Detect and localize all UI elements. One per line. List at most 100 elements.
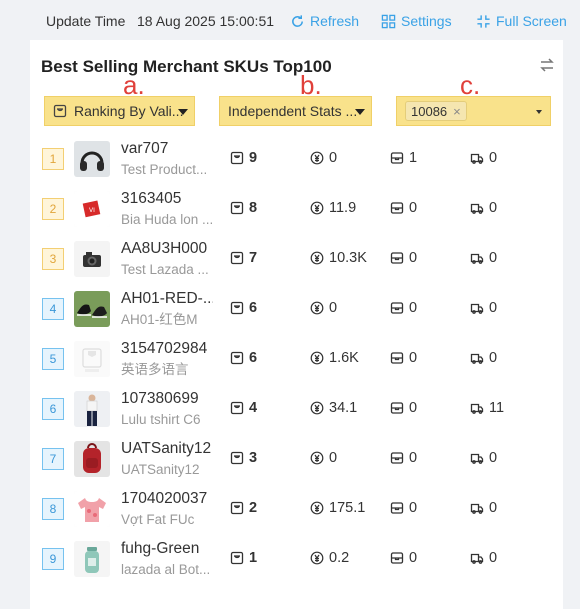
product-thumbnail[interactable] [74, 491, 110, 527]
sku-row[interactable]: 5 3154702984 英语多语言 6 1.6K 0 0 [30, 338, 563, 388]
sku-code: var707 [121, 140, 169, 157]
sku-row[interactable]: 2 VI 3163405 Bia Huda lon ... 8 11.9 0 0 [30, 188, 563, 238]
shipping-metric: 0 [470, 499, 497, 517]
stock-box-icon [390, 202, 404, 214]
settings-button[interactable]: Settings [381, 12, 452, 30]
orders-metric: 8 [230, 199, 257, 217]
stock-metric: 0 [390, 399, 417, 417]
settings-label: Settings [401, 13, 452, 29]
amount-value: 1.6K [329, 350, 359, 366]
ranking-select-value: Ranking By Vali... [74, 103, 184, 119]
chevron-down-icon [536, 110, 542, 114]
amount-metric: 1.6K [310, 349, 359, 367]
sku-row[interactable]: 4 AH01-RED-... AH01-红色M 6 0 0 0 [30, 288, 563, 338]
amount-value: 10.3K [329, 250, 367, 266]
top-toolbar: Update Time 18 Aug 2025 15:00:51 Refresh… [0, 0, 580, 40]
rank-badge: 6 [42, 398, 64, 420]
product-thumbnail[interactable] [74, 441, 110, 477]
shipping-value: 0 [489, 350, 498, 366]
stock-value: 0 [409, 400, 418, 416]
stats-select[interactable]: Independent Stats ... [219, 96, 372, 126]
orders-metric: 1 [230, 549, 257, 567]
orders-value: 2 [249, 500, 258, 516]
sku-code: fuhg-Green [121, 540, 200, 557]
amount-value: 0 [329, 450, 338, 466]
product-thumbnail[interactable]: VI [74, 191, 110, 227]
shipping-truck-icon [470, 553, 484, 564]
order-box-icon [230, 251, 244, 265]
stats-select-value: Independent Stats ... [228, 103, 356, 119]
order-box-icon [230, 501, 244, 515]
amount-value: 0.2 [329, 550, 350, 566]
product-name: Lulu tshirt C6 [121, 412, 201, 427]
stock-value: 0 [409, 550, 418, 566]
stock-metric: 0 [390, 499, 417, 517]
refresh-label: Refresh [310, 13, 360, 29]
order-box-icon [230, 451, 244, 465]
swap-icon[interactable] [540, 57, 554, 73]
order-box-icon [230, 151, 244, 165]
stock-metric: 1 [390, 149, 417, 167]
orders-value: 1 [249, 550, 258, 566]
settings-grid-icon [381, 14, 396, 28]
amount-value: 0 [329, 300, 338, 316]
amount-metric: 0 [310, 449, 337, 467]
orders-value: 4 [249, 400, 258, 416]
shipping-value: 11 [489, 400, 505, 416]
currency-icon [310, 151, 324, 165]
rank-badge: 4 [42, 298, 64, 320]
product-thumbnail[interactable] [74, 541, 110, 577]
card-title: Best Selling Merchant SKUs Top100 [41, 57, 332, 76]
shipping-truck-icon [470, 453, 484, 464]
orders-metric: 6 [230, 299, 257, 317]
rank-badge: 2 [42, 198, 64, 220]
svg-text:VI: VI [89, 207, 95, 214]
sku-code: 3163405 [121, 190, 182, 207]
orders-value: 6 [249, 300, 258, 316]
amount-value: 11.9 [329, 200, 357, 216]
orders-value: 8 [249, 200, 258, 216]
fullscreen-label: Full Screen [496, 13, 567, 29]
product-thumbnail[interactable] [74, 391, 110, 427]
sku-code: 1704020037 [121, 490, 208, 507]
stock-value: 0 [409, 300, 418, 316]
sku-row[interactable]: 6 107380699 Lulu tshirt C6 4 34.1 0 11 [30, 388, 563, 438]
shipping-truck-icon [470, 503, 484, 514]
sku-row[interactable]: 3 AA8U3H000 Test Lazada ... 7 10.3K 0 0 [30, 238, 563, 288]
rank-badge: 7 [42, 448, 64, 470]
orders-value: 7 [249, 250, 258, 266]
stock-value: 0 [409, 500, 418, 516]
refresh-button[interactable]: Refresh [290, 12, 359, 30]
product-thumbnail[interactable] [74, 291, 110, 327]
sku-row[interactable]: 7 UATSanity12 UATSanity12 3 0 0 0 [30, 438, 563, 488]
shipping-truck-icon [470, 303, 484, 314]
store-select[interactable]: 10086 × [396, 96, 551, 126]
sku-row[interactable]: 1 var707 Test Product... 9 0 1 0 [30, 138, 563, 188]
product-thumbnail[interactable] [74, 341, 110, 377]
currency-icon [310, 251, 324, 265]
refresh-icon [292, 14, 303, 27]
orders-metric: 9 [230, 149, 257, 167]
amount-value: 34.1 [329, 400, 358, 416]
product-thumbnail[interactable] [74, 141, 110, 177]
shipping-truck-icon [470, 253, 484, 264]
sku-code: 107380699 [121, 390, 199, 407]
currency-icon [310, 351, 324, 365]
rank-badge: 5 [42, 348, 64, 370]
sku-code: AH01-RED-... [121, 290, 213, 307]
sku-row[interactable]: 9 fuhg-Green lazada al Bot... 1 0.2 0 0 [30, 538, 563, 588]
order-box-icon [230, 301, 244, 315]
ranking-select[interactable]: Ranking By Vali... [44, 96, 195, 126]
rank-badge: 9 [42, 548, 64, 570]
shipping-value: 0 [489, 550, 498, 566]
close-icon[interactable]: × [453, 104, 461, 119]
sku-row[interactable]: 8 1704020037 Vợt Fat FUc 2 175.1 0 0 [30, 488, 563, 538]
order-box-icon [230, 401, 244, 415]
shipping-metric: 0 [470, 349, 497, 367]
fullscreen-button[interactable]: Full Screen [476, 12, 567, 30]
order-box-icon [230, 551, 244, 565]
product-name: Bia Huda lon ... [121, 212, 213, 227]
rank-badge: 1 [42, 148, 64, 170]
stock-metric: 0 [390, 549, 417, 567]
product-thumbnail[interactable] [74, 241, 110, 277]
